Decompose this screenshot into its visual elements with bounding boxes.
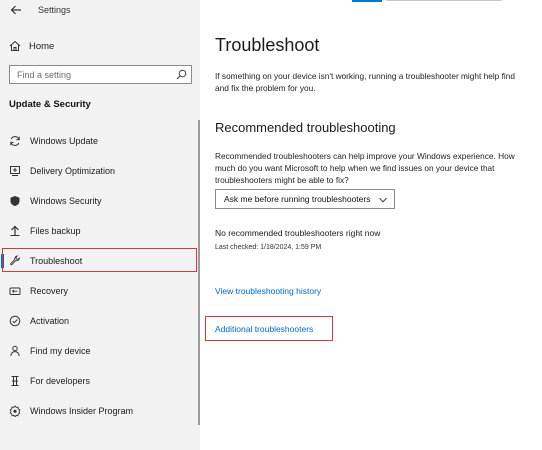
title-bar: Settings [0,0,200,22]
chevron-down-icon [379,197,387,203]
section-title: Update & Security [9,99,91,110]
back-arrow-icon[interactable] [9,3,23,17]
sidebar-item-windows-security[interactable]: Windows Security [0,189,200,213]
recommended-heading: Recommended troubleshooting [215,120,396,135]
sidebar-item-label: For developers [30,376,91,386]
app-title: Settings [38,5,71,15]
backup-arrow-icon [10,225,20,236]
sidebar: Settings Home Update & Security Windows … [0,0,200,450]
sidebar-item-windows-update[interactable]: Windows Update [0,129,200,153]
sidebar-item-label: Activation [30,316,70,326]
sync-icon [10,136,20,146]
home-label: Home [29,40,55,52]
last-checked-text: Last checked: 1/18/2024, 1:59 PM [215,244,322,251]
shield-icon [10,196,20,206]
home-icon [9,40,21,51]
top-divider [386,0,502,1]
insider-icon [9,405,21,417]
sidebar-item-label: Windows Security [30,196,102,206]
page-title: Troubleshoot [215,35,320,55]
view-troubleshooting-history-link[interactable]: View troubleshooting history [215,286,321,296]
sidebar-item-label: Files backup [30,226,81,236]
sidebar-item-activation[interactable]: Activation [0,309,200,333]
sidebar-item-find-my-device[interactable]: Find my device [0,339,200,363]
top-accent-bar [352,0,382,2]
sidebar-scrollbar[interactable] [198,120,200,425]
sidebar-item-label: Delivery Optimization [30,166,116,176]
sidebar-item-label: Recovery [30,286,69,296]
search-input[interactable] [10,66,170,83]
troubleshooting-preference-dropdown[interactable]: Ask me before running troubleshooters [215,189,395,209]
sidebar-item-windows-insider-program[interactable]: Windows Insider Program [0,399,200,423]
delivery-optimization-icon [10,166,20,176]
additional-troubleshooters-highlight-box [205,316,333,341]
developer-tools-icon [11,376,19,386]
sidebar-item-recovery[interactable]: Recovery [0,279,200,303]
person-location-icon [10,345,20,357]
recovery-icon [9,287,21,295]
recommended-description: Recommended troubleshooters can help imp… [215,151,515,185]
check-circle-icon [9,315,21,327]
troubleshoot-highlight-box [2,248,197,272]
sidebar-item-label: Windows Insider Program [30,406,134,416]
sidebar-item-label: Find my device [30,346,91,356]
sidebar-item-files-backup[interactable]: Files backup [0,219,200,243]
dropdown-selected-value: Ask me before running troubleshooters [224,194,371,204]
no-recommended-text: No recommended troubleshooters right now [215,228,381,238]
intro-text: If something on your device isn't workin… [215,71,515,93]
sidebar-item-for-developers[interactable]: For developers [0,369,200,393]
search-icon[interactable] [176,69,187,80]
search-box[interactable] [9,65,192,84]
sidebar-item-delivery-optimization[interactable]: Delivery Optimization [0,159,200,183]
home-nav-item[interactable]: Home [9,38,194,54]
sidebar-item-label: Windows Update [30,136,99,146]
